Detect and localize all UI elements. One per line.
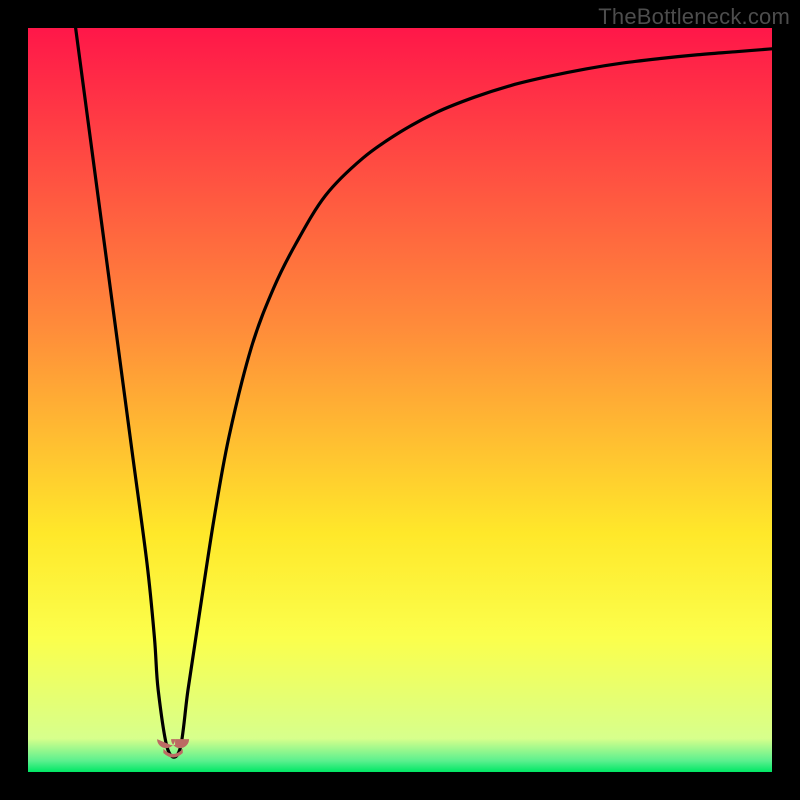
chart-plot-area <box>28 28 772 772</box>
bottleneck-chart <box>28 28 772 772</box>
chart-frame: TheBottleneck.com <box>0 0 800 800</box>
watermark-text: TheBottleneck.com <box>598 4 790 30</box>
gradient-background <box>28 28 772 772</box>
